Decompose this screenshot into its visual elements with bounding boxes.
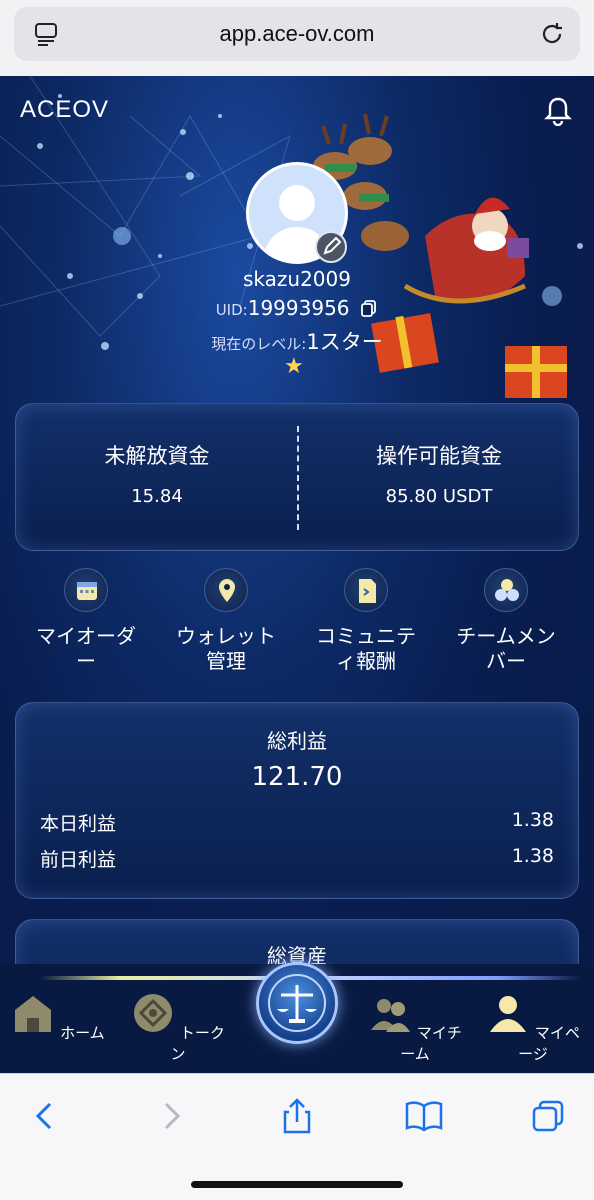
- profit-total: 121.70: [251, 762, 343, 792]
- center-action-button[interactable]: [256, 962, 338, 1044]
- locked-funds-value: 15.84: [131, 486, 183, 507]
- nav-my-page[interactable]: マイページ: [483, 992, 583, 1064]
- locked-funds[interactable]: 未解放資金 15.84: [16, 404, 298, 552]
- bottom-nav: ホーム トークン マイチーム マイページ: [0, 962, 594, 1073]
- menu-item-wallet[interactable]: ウォレット 管理: [152, 568, 300, 674]
- home-icon: [15, 996, 52, 1032]
- level-label: 現在のレベル:: [211, 335, 307, 353]
- user-icon: [490, 996, 527, 1032]
- star-badge-icon: ★: [284, 354, 304, 379]
- pencil-icon: [323, 236, 342, 255]
- menu-item-my-orders[interactable]: マイオーダー: [12, 568, 160, 674]
- nav-token-label: トークン: [170, 1024, 225, 1063]
- nav-token[interactable]: トークン: [128, 992, 228, 1064]
- address-bar[interactable]: app.ace-ov.com: [14, 7, 580, 61]
- share-icon[interactable]: [279, 1096, 315, 1136]
- profit-yesterday-value: 1.38: [511, 845, 554, 867]
- available-funds-value: 85.80 USDT: [385, 486, 493, 507]
- quick-menu: マイオーダー ウォレット 管理 コミュニテ ィ報酬 チームメン バー: [0, 568, 594, 688]
- menu-label-line1: コミュニテ: [316, 624, 416, 648]
- team-icon: [371, 999, 411, 1032]
- brand-logo: ACEOV: [20, 96, 110, 123]
- nav-home[interactable]: ホーム: [8, 992, 108, 1043]
- username: skazu2009: [243, 267, 351, 291]
- menu-label-line2: バー: [486, 649, 526, 673]
- nav-my-team[interactable]: マイチーム: [365, 992, 465, 1064]
- profit-today-label: 本日利益: [40, 813, 117, 835]
- available-funds-label: 操作可能資金: [376, 444, 502, 468]
- level-row: 現在のレベル:1スター: [0, 326, 594, 356]
- menu-label-line1: チームメン: [456, 624, 556, 648]
- menu-item-community-reward[interactable]: コミュニテ ィ報酬: [292, 568, 440, 674]
- bookmarks-icon[interactable]: [404, 1096, 444, 1136]
- back-arrow-icon[interactable]: [26, 1096, 62, 1136]
- uid-value: 19993956: [247, 296, 350, 320]
- profit-today-value: 1.38: [511, 809, 554, 831]
- menu-item-team-members[interactable]: チームメン バー: [432, 568, 580, 674]
- menu-label-line2: ィ報酬: [336, 649, 396, 673]
- team-circles-icon: [484, 568, 528, 612]
- forward-arrow-icon[interactable]: [154, 1096, 190, 1136]
- menu-label-line2: ー: [76, 649, 96, 673]
- profit-card: 総利益 121.70 本日利益 1.38 前日利益 1.38: [15, 702, 579, 899]
- location-pin-icon: [204, 568, 248, 612]
- url-text[interactable]: app.ace-ov.com: [14, 21, 580, 47]
- browser-toolbar: [0, 1073, 594, 1200]
- nav-home-label: ホーム: [60, 1024, 105, 1042]
- profit-yesterday-label: 前日利益: [40, 849, 117, 871]
- browser-top-bar: app.ace-ov.com: [0, 0, 594, 76]
- uid-row: UID:19993956: [0, 296, 594, 320]
- menu-label-line2: 管理: [206, 649, 246, 673]
- edit-avatar-button[interactable]: [315, 231, 347, 263]
- tabs-icon[interactable]: [530, 1096, 566, 1136]
- available-funds[interactable]: 操作可能資金 85.80 USDT: [298, 404, 580, 552]
- level-value: 1スター: [306, 330, 383, 354]
- home-indicator: [191, 1181, 403, 1188]
- notification-bell-icon[interactable]: [544, 96, 572, 126]
- funds-card: 未解放資金 15.84 操作可能資金 85.80 USDT: [15, 403, 579, 551]
- profit-title: 総利益: [267, 729, 327, 753]
- document-icon: [344, 568, 388, 612]
- reload-icon[interactable]: [538, 20, 566, 48]
- menu-label-line1: ウォレット: [176, 624, 276, 648]
- copy-icon[interactable]: [360, 299, 378, 317]
- profit-today-row: 本日利益 1.38: [40, 809, 554, 836]
- menu-label-line1: マイオーダ: [36, 624, 136, 648]
- token-coin-icon: [134, 994, 173, 1032]
- calendar-icon: [64, 568, 108, 612]
- locked-funds-label: 未解放資金: [104, 444, 210, 468]
- app-screen: ACEOV skazu2009 UID:19993956 現在のレベル:1スター…: [0, 76, 594, 1073]
- profit-yesterday-row: 前日利益 1.38: [40, 845, 554, 872]
- balance-scale-icon: [268, 974, 326, 1032]
- uid-label: UID:: [215, 301, 248, 319]
